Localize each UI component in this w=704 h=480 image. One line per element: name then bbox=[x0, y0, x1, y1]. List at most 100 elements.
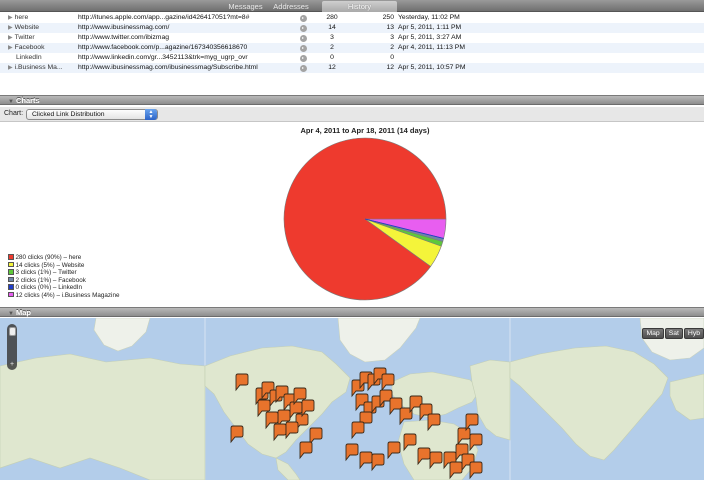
map-marker[interactable] bbox=[230, 425, 244, 444]
stepper-arrows-icon: ▲ ▼ bbox=[145, 109, 157, 120]
tab-history[interactable]: History bbox=[322, 1, 397, 12]
map-marker[interactable] bbox=[299, 441, 313, 460]
legend-swatch bbox=[8, 261, 14, 267]
go-arrow-icon[interactable] bbox=[300, 34, 307, 42]
legend-label: 3 clicks (1%) – Twitter bbox=[15, 269, 77, 276]
landmass bbox=[204, 345, 351, 459]
landmass bbox=[0, 353, 206, 480]
landmass bbox=[337, 318, 421, 363]
map-marker[interactable] bbox=[351, 421, 365, 440]
link-name: Twitter bbox=[14, 34, 35, 41]
triangle-right-icon[interactable]: ▶ bbox=[8, 25, 13, 31]
chart-type-select-value: Clicked Link Distribution bbox=[32, 111, 105, 118]
chart-area: Apr 4, 2011 to Apr 18, 2011 (14 days) 28… bbox=[0, 123, 704, 307]
map-marker[interactable] bbox=[359, 451, 373, 470]
triangle-right-icon[interactable]: ▶ bbox=[8, 65, 13, 71]
total-clicks: 280 bbox=[326, 14, 338, 21]
table-row[interactable]: LinkedIn http://www.linkedin.com/gr...345… bbox=[0, 53, 704, 63]
map-type-map-button[interactable]: Map bbox=[642, 328, 664, 339]
map-type-sat-button[interactable]: Sat bbox=[664, 328, 683, 339]
unique-clicks: 12 bbox=[386, 64, 394, 71]
map-view[interactable]: + Map Sat Hyb bbox=[0, 318, 704, 480]
go-arrow-icon[interactable] bbox=[300, 64, 307, 72]
map-marker[interactable] bbox=[387, 441, 401, 460]
triangle-right-icon[interactable]: ▶ bbox=[8, 15, 13, 21]
app-window: Messages Addresses History ▶ here http://i… bbox=[0, 0, 704, 480]
triangle-right-icon[interactable]: ▶ bbox=[8, 35, 13, 41]
charts-section-header[interactable]: ▼ Charts bbox=[0, 95, 704, 105]
tab-addresses[interactable]: Addresses bbox=[256, 1, 326, 12]
unique-clicks: 3 bbox=[390, 34, 394, 41]
landmass bbox=[509, 345, 669, 461]
triangle-right-icon[interactable]: ▶ bbox=[8, 45, 13, 51]
chart-type-select[interactable]: Clicked Link Distribution ▲ ▼ bbox=[26, 109, 158, 120]
total-clicks: 3 bbox=[330, 34, 334, 41]
last-click-date: Apr 4, 2011, 11:13 PM bbox=[398, 44, 466, 51]
table-row[interactable]: ▶ Facebook http://www.facebook.com/p...aga… bbox=[0, 43, 704, 53]
map-type-hyb-button[interactable]: Hyb bbox=[683, 328, 704, 339]
go-arrow-icon[interactable] bbox=[300, 54, 307, 62]
legend-label: 14 clicks (5%) – Website bbox=[15, 261, 85, 269]
legend-item: 0 clicks (0%) – LinkedIn bbox=[8, 284, 119, 292]
legend-swatch bbox=[8, 269, 14, 275]
landmass bbox=[275, 457, 301, 480]
unique-clicks: 250 bbox=[382, 14, 394, 21]
table-row[interactable]: ▶ here http://itunes.apple.com/app...gazin… bbox=[0, 13, 704, 23]
map-marker[interactable] bbox=[309, 427, 323, 446]
legend-label: 2 clicks (1%) – Facebook bbox=[15, 276, 86, 284]
legend-item: 14 clicks (5%) – Website bbox=[8, 261, 119, 270]
legend-swatch bbox=[8, 254, 14, 260]
legend-swatch bbox=[8, 291, 14, 297]
landmass bbox=[93, 318, 151, 352]
row-arrow-cell bbox=[300, 63, 310, 76]
link-name-cell: ▶ i.Business Ma... bbox=[8, 63, 74, 73]
table-row[interactable]: ▶ Twitter http://www.twitter.com/ibizmag 3 3… bbox=[0, 33, 704, 43]
zoom-handle[interactable] bbox=[8, 327, 16, 336]
legend-item: 2 clicks (1%) – Facebook bbox=[8, 276, 119, 285]
link-name-cell: LinkedIn bbox=[8, 53, 74, 63]
tab-bar: Messages Addresses History bbox=[0, 0, 704, 12]
chart-select-label: Chart: bbox=[4, 110, 24, 117]
link-name: Facebook bbox=[14, 44, 45, 51]
landmass bbox=[469, 359, 511, 441]
disclosure-triangle-icon[interactable]: ▼ bbox=[8, 99, 14, 105]
legend-item: 12 clicks (4%) – i.Business Magazine bbox=[8, 291, 119, 300]
legend-swatch bbox=[8, 284, 14, 290]
zoom-in-button[interactable]: + bbox=[7, 361, 17, 368]
legend-label: 0 clicks (0%) – LinkedIn bbox=[15, 284, 83, 291]
map-section-label: Map bbox=[15, 308, 31, 317]
map-marker[interactable] bbox=[345, 443, 359, 462]
chart-legend: 280 clicks (90%) – here 14 clicks (5%) – … bbox=[8, 254, 119, 299]
unique-clicks: 2 bbox=[390, 44, 394, 51]
disclosure-triangle-icon[interactable]: ▼ bbox=[8, 311, 14, 317]
legend-swatch bbox=[8, 276, 14, 282]
map-marker[interactable] bbox=[469, 461, 483, 480]
total-clicks: 14 bbox=[328, 24, 336, 31]
link-name-cell: ▶ Twitter bbox=[8, 33, 74, 43]
map-marker[interactable] bbox=[465, 413, 479, 432]
go-arrow-icon[interactable] bbox=[300, 44, 307, 52]
go-arrow-icon[interactable] bbox=[300, 24, 307, 32]
map-section-header[interactable]: ▼ Map bbox=[0, 307, 704, 317]
map-marker[interactable] bbox=[371, 453, 385, 472]
link-url: http://www.twitter.com/ibizmag bbox=[78, 34, 170, 41]
legend-item: 280 clicks (90%) – here bbox=[8, 254, 119, 262]
link-name: i.Business Ma... bbox=[14, 64, 63, 71]
world-map bbox=[0, 318, 704, 480]
last-click-date: Apr 5, 2011, 10:57 PM bbox=[398, 64, 466, 71]
last-click-date: Apr 5, 2011, 3:27 AM bbox=[398, 34, 462, 41]
table-row[interactable]: ▶ i.Business Ma... http://www.ibusinessmag… bbox=[0, 63, 704, 73]
total-clicks: 12 bbox=[328, 64, 336, 71]
chart-toolbar: Chart: Clicked Link Distribution ▲ ▼ bbox=[0, 107, 704, 122]
link-url: http://www.linkedin.com/gr...3452113&trk… bbox=[78, 54, 248, 61]
map-type-buttons: Map Sat Hyb bbox=[641, 328, 704, 339]
table-row[interactable]: ▶ Website http://www.ibusinessmag.com/14 13… bbox=[0, 23, 704, 33]
link-name-cell: ▶ here bbox=[8, 13, 74, 23]
legend-item: 3 clicks (1%) – Twitter bbox=[8, 269, 119, 277]
link-name: Website bbox=[14, 24, 40, 31]
link-name-cell: ▶ Facebook bbox=[8, 43, 74, 53]
link-url: http://www.ibusinessmag.com/ibusinessmag… bbox=[78, 64, 258, 71]
total-clicks: 2 bbox=[330, 44, 334, 51]
go-arrow-icon[interactable] bbox=[300, 14, 307, 22]
zoom-slider[interactable]: + bbox=[7, 324, 17, 370]
